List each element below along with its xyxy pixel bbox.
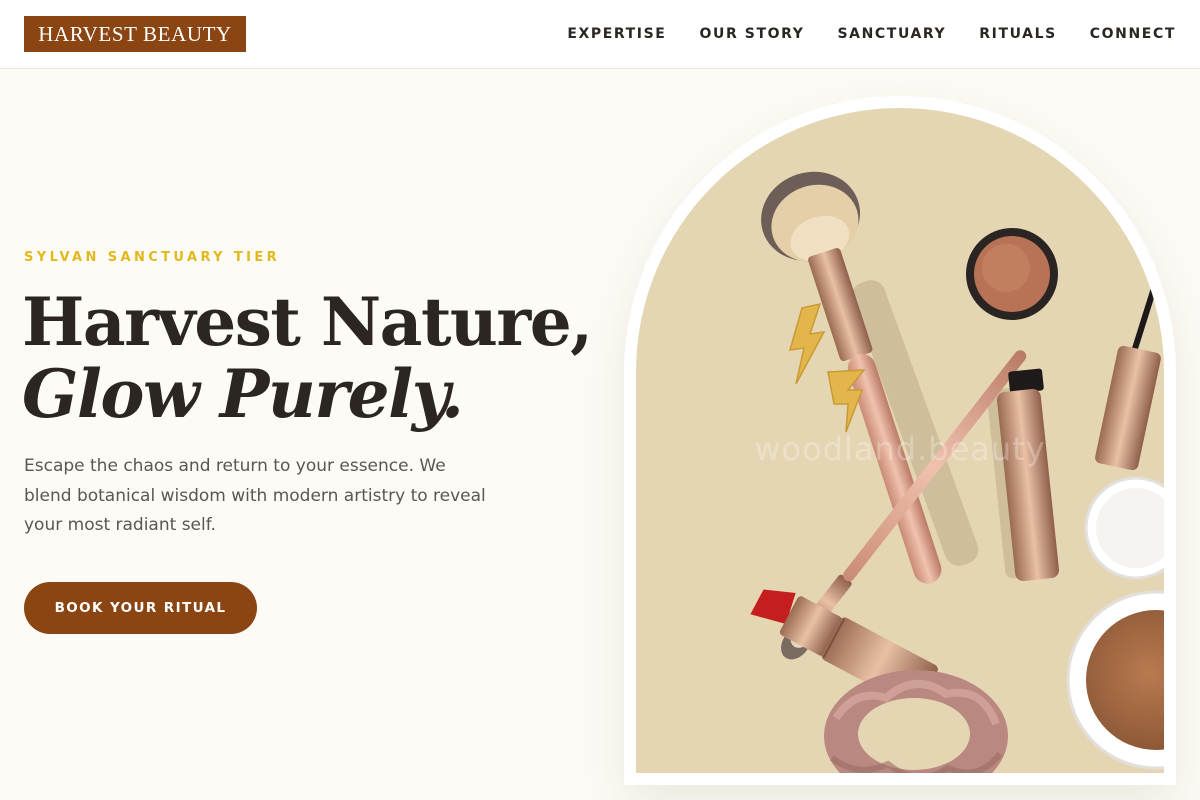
site-header: HARVEST BEAUTY EXPERTISE OUR STORY SANCT… — [0, 0, 1200, 69]
headline-line-2: Glow Purely. — [22, 355, 464, 433]
main-nav: EXPERTISE OUR STORY SANCTUARY RITUALS CO… — [567, 0, 1176, 68]
nav-item-our-story[interactable]: OUR STORY — [699, 26, 804, 42]
nav-item-rituals[interactable]: RITUALS — [979, 26, 1057, 42]
nav-item-sanctuary[interactable]: SANCTUARY — [837, 26, 946, 42]
book-ritual-button[interactable]: BOOK YOUR RITUAL — [24, 582, 257, 634]
hero-eyebrow: SYLVAN SANCTUARY TIER — [24, 250, 281, 265]
hero-headline: Harvest Nature, Glow Purely. — [22, 283, 593, 433]
headline-line-1: Harvest Nature, — [22, 283, 593, 361]
hero-description: Escape the chaos and return to your esse… — [24, 456, 486, 535]
nav-item-expertise[interactable]: EXPERTISE — [567, 26, 666, 42]
brand-logo[interactable]: HARVEST BEAUTY — [24, 16, 246, 52]
nav-item-connect[interactable]: CONNECT — [1090, 26, 1176, 42]
hero-image-frame: woodland.beauty — [624, 96, 1176, 785]
image-watermark: woodland.beauty — [754, 430, 1046, 468]
hero-image: woodland.beauty — [636, 108, 1164, 773]
compact-icon — [1066, 476, 1164, 770]
compact-icon — [966, 228, 1058, 320]
scrunchie-icon — [824, 670, 1008, 773]
